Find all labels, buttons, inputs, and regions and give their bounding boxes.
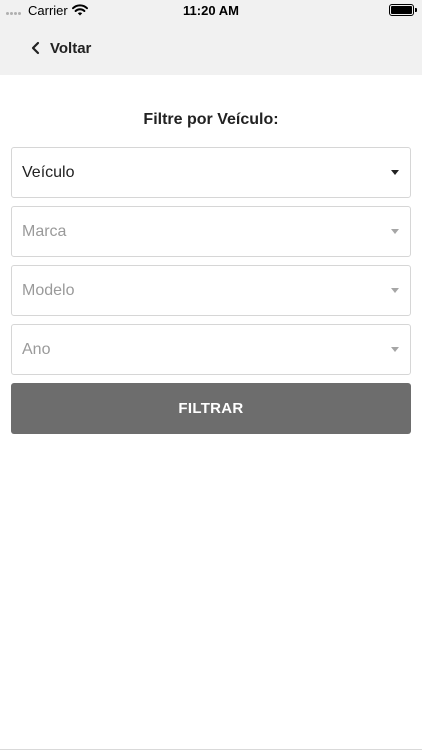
caret-down-icon <box>391 229 399 234</box>
caret-down-icon <box>391 288 399 293</box>
filter-button-label: FILTRAR <box>178 400 244 417</box>
nav-bar: Voltar <box>0 21 422 75</box>
year-select[interactable]: Ano <box>11 324 411 375</box>
back-button[interactable]: Voltar <box>30 21 91 75</box>
vehicle-select[interactable]: Veículo <box>11 147 411 198</box>
back-label: Voltar <box>50 39 92 57</box>
brand-select-label: Marca <box>22 223 67 240</box>
caret-down-icon <box>391 170 399 175</box>
brand-select[interactable]: Marca <box>11 206 411 257</box>
model-select-label: Modelo <box>22 282 75 299</box>
vehicle-select-label: Veículo <box>22 164 75 181</box>
status-bar: Carrier 11:20 AM <box>0 0 422 21</box>
filter-button[interactable]: FILTRAR <box>11 383 411 434</box>
year-select-label: Ano <box>22 341 51 358</box>
chevron-left-icon <box>31 41 40 55</box>
battery-icon <box>389 4 417 16</box>
clock: 11:20 AM <box>183 3 239 18</box>
screen: Carrier 11:20 AM Voltar Filtre por Veícu… <box>0 0 422 750</box>
model-select[interactable]: Modelo <box>11 265 411 316</box>
caret-down-icon <box>391 347 399 352</box>
page-title: Filtre por Veículo: <box>143 111 279 128</box>
